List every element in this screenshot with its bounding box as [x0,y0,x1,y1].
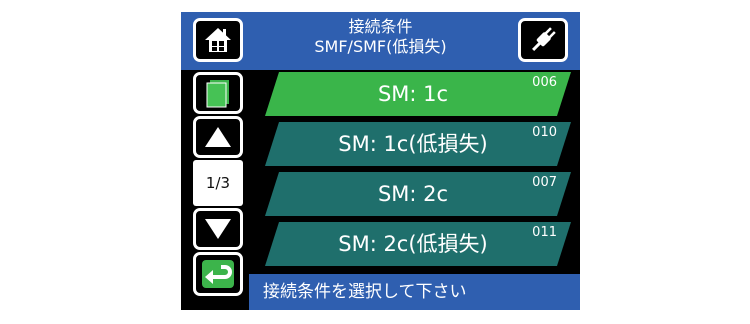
header-bar: 接続条件 SMF/SMF(低損失) [181,12,580,70]
status-message: 接続条件を選択して下さい [263,282,467,302]
return-arrow-icon [202,260,234,288]
condition-item-code: 010 [532,125,557,140]
up-arrow-icon [205,127,231,147]
condition-item[interactable]: SM: 2c 007 [265,172,571,216]
condition-item-label: SM: 1c [377,82,449,106]
book-button[interactable] [193,72,243,114]
condition-item-label: SM: 2c(低損失) [338,232,488,256]
status-bar: 接続条件を選択して下さい [249,274,580,310]
page-title: 接続条件 SMF/SMF(低損失) [241,17,520,57]
condition-item[interactable]: SM: 1c(低損失) 010 [265,122,571,166]
home-button[interactable] [193,18,243,62]
home-icon [205,28,231,52]
page-up-button[interactable] [193,116,243,158]
condition-item[interactable]: SM: 2c(低損失) 011 [265,222,571,266]
title-line-1: 接続条件 [348,17,413,36]
back-button[interactable] [193,252,243,296]
condition-item-label: SM: 2c [377,182,449,206]
book-icon [206,80,229,108]
power-plug-icon [532,27,556,51]
page-down-button[interactable] [193,208,243,250]
condition-item-code: 007 [532,175,557,190]
device-screen: 接続条件 SMF/SMF(低損失) 1/3 SM: 1c 006 SM: 1c(… [181,12,580,310]
page-indicator: 1/3 [193,160,243,206]
condition-item[interactable]: SM: 1c 006 [265,72,571,116]
title-line-2: SMF/SMF(低損失) [314,37,447,56]
condition-item-label: SM: 1c(低損失) [338,132,488,156]
down-arrow-icon [205,219,231,239]
condition-item-code: 006 [532,75,557,90]
condition-item-code: 011 [532,225,557,240]
power-button[interactable] [518,18,568,62]
